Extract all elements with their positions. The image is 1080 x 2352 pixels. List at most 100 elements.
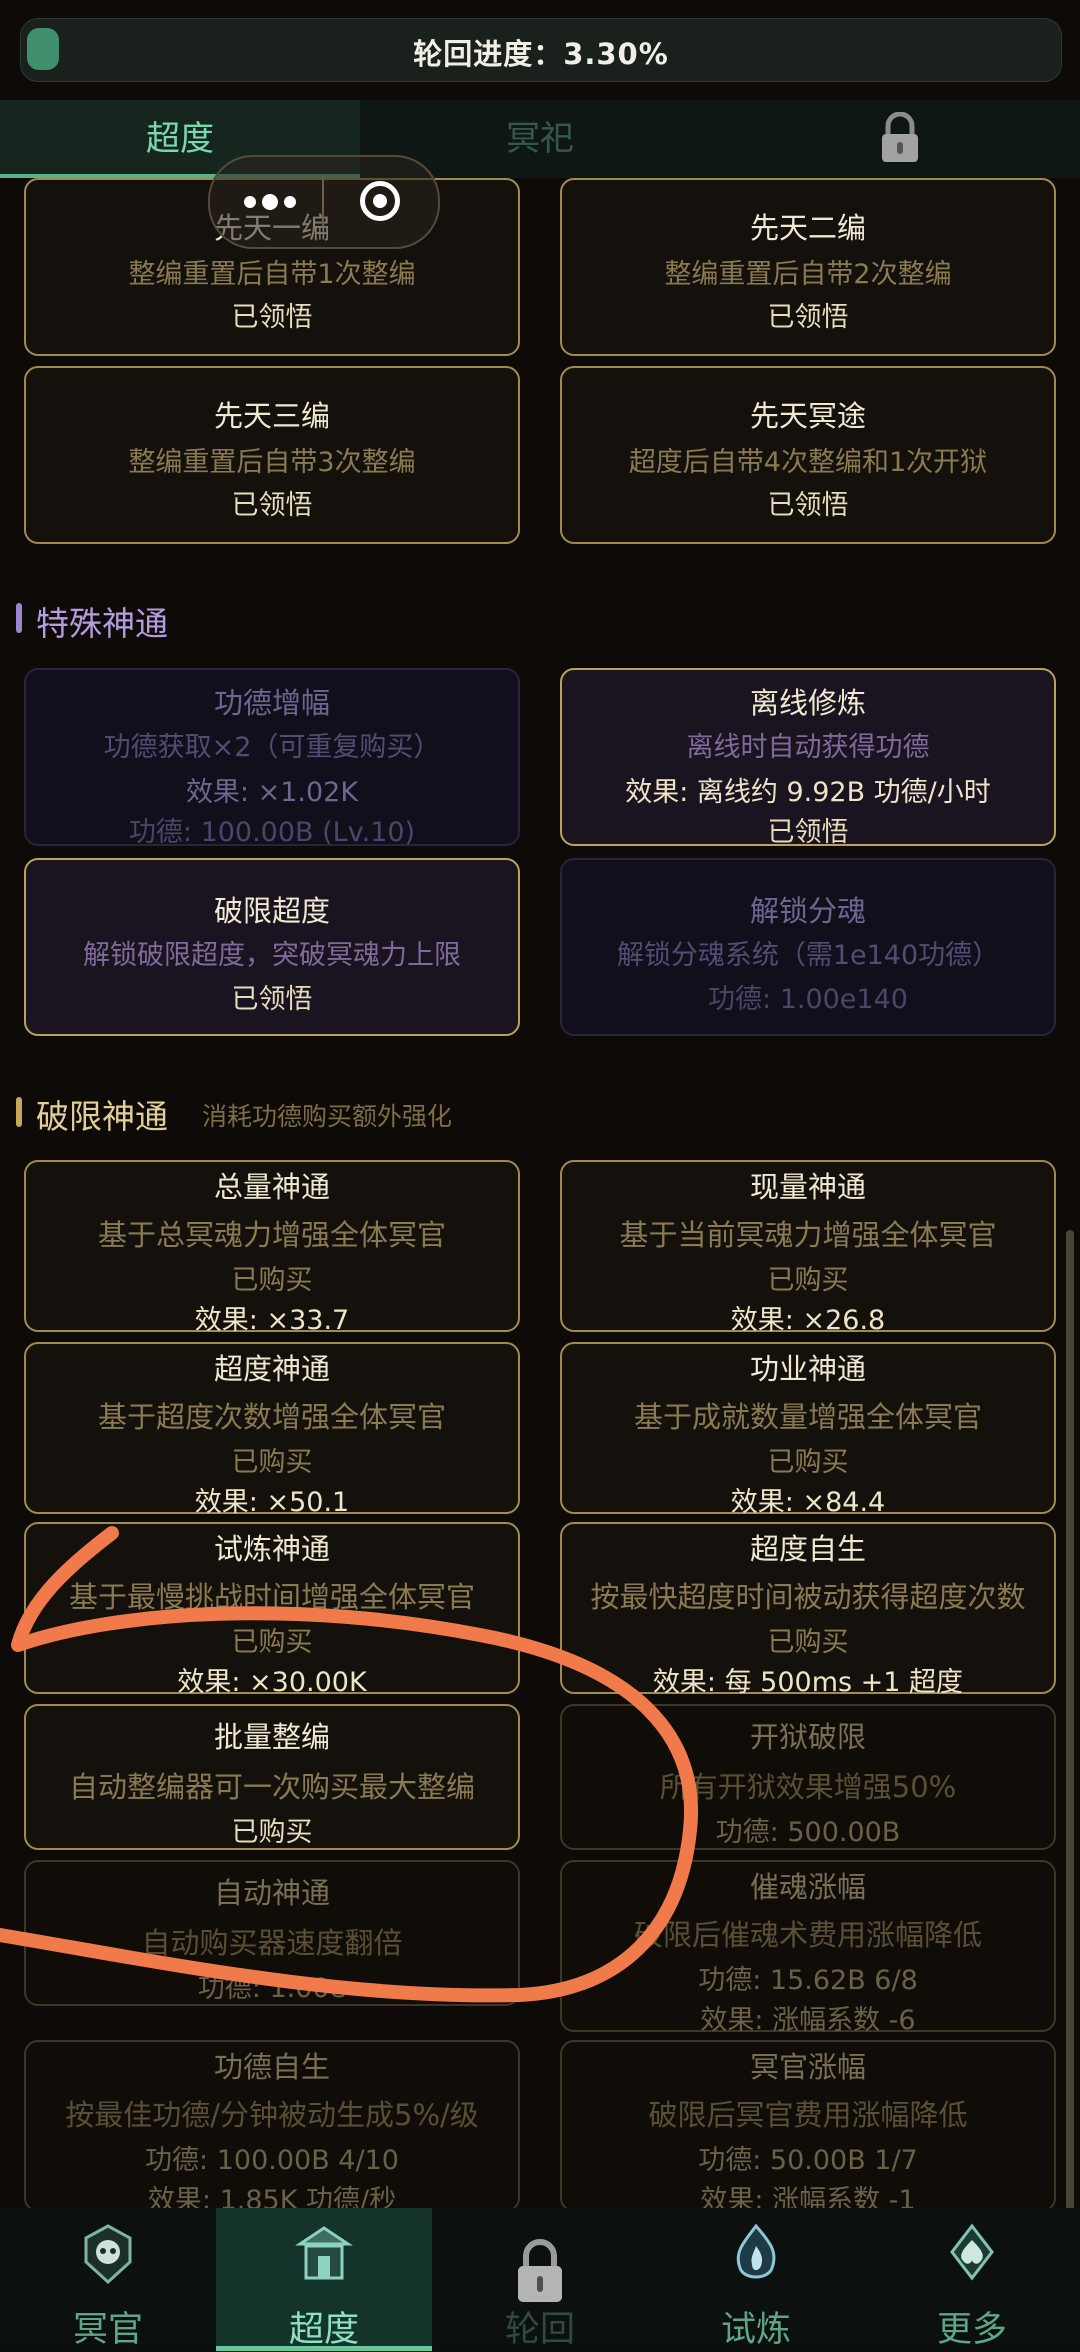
card-status: 已购买 [231,1627,313,1658]
miniprogram-capsule [208,155,440,249]
card-desc: 所有开狱效果增强50% [659,1770,957,1804]
card-cost: 功德: 100.00B (Lv.10) [128,817,416,848]
card-title: 离线修炼 [749,686,866,720]
card-desc: 破限后冥官费用涨幅降低 [648,2098,968,2132]
card-title: 破限超度 [213,894,330,928]
nav-label: 更多 [936,2310,1007,2350]
reincarnation-progress-bar: 轮回进度：3.30% [20,18,1062,82]
breakthrough-card[interactable]: 超度自生 按最快超度时间被动获得超度次数 已购买 效果: 每 500ms +1 … [560,1522,1056,1698]
breakthrough-card[interactable]: 冥官涨幅 破限后冥官费用涨幅降低 功德: 50.00B 1/7 效果: 涨幅系数… [560,2040,1056,2216]
card-desc: 破限后催魂术费用涨幅降低 [633,1918,982,1952]
bottom-nav: 冥官 超度 轮回 试炼 更多 [0,2208,1080,2351]
card-desc: 基于成就数量增强全体冥官 [633,1400,982,1434]
card-status: 已购买 [767,1447,849,1478]
upgrade-card[interactable]: 先天三编 整编重置后自带3次整编 已领悟 [24,366,520,544]
section-title-breakthrough: 破限神通 [36,1097,168,1136]
lock-icon [882,112,918,162]
card-title: 功德增幅 [213,686,330,720]
card-desc: 功德获取×2（可重复购买） [103,732,441,763]
breakthrough-card[interactable]: 超度神通 基于超度次数增强全体冥官 已购买 效果: ×50.1 [24,1342,520,1518]
card-cost: 功德: 50.00B 1/7 [698,2145,918,2176]
card-desc: 按最快超度时间被动获得超度次数 [590,1580,1026,1614]
card-cost: 功德: 500.00B [715,1817,901,1848]
breakthrough-card[interactable]: 总量神通 基于总冥魂力增强全体冥官 已购买 效果: ×33.7 [24,1160,520,1336]
section-marker [16,603,22,633]
nav-chaodu[interactable]: 超度 [216,2208,432,2351]
card-cost: 功德: 100.00B 4/10 [145,2145,399,2176]
nav-shilian[interactable]: 试炼 [648,2208,864,2351]
card-desc: 基于超度次数增强全体冥官 [97,1400,446,1434]
flame-crest-icon [736,2223,776,2279]
breakthrough-card[interactable]: 试炼神通 基于最慢挑战时间增强全体冥官 已购买 效果: ×30.00K [24,1522,520,1698]
card-desc: 整编重置后自带3次整编 [128,447,416,478]
card-title: 超度自生 [749,1532,866,1566]
card-effect: 效果: ×26.8 [730,1305,886,1336]
card-effect: 效果: ×50.1 [194,1487,350,1518]
nav-label: 试炼 [720,2310,791,2350]
card-title: 试炼神通 [213,1532,330,1566]
card-title: 开狱破限 [749,1720,866,1754]
special-card[interactable]: 解锁分魂 解锁分魂系统（需1e140功德） 功德: 1.00e140 [560,858,1056,1036]
breakthrough-card[interactable]: 功德自生 按最佳功德/分钟被动生成5%/级 功德: 100.00B 4/10 效… [24,2040,520,2216]
card-title: 批量整编 [213,1720,330,1754]
card-title: 冥官涨幅 [749,2050,866,2084]
breakthrough-card[interactable]: 批量整编 自动整编器可一次购买最大整编 已购买 [24,1704,520,1850]
skull-crest-icon [84,2224,132,2285]
card-effect: 效果: ×84.4 [730,1487,886,1518]
card-desc: 自动整编器可一次购买最大整编 [68,1770,475,1804]
breakthrough-card[interactable]: 催魂涨幅 破限后催魂术费用涨幅降低 功德: 15.62B 6/8 效果: 涨幅系… [560,1860,1056,2036]
card-desc: 解锁破限超度，突破冥魂力上限 [83,940,461,971]
card-desc: 解锁分魂系统（需1e140功德） [616,940,1000,971]
special-card[interactable]: 破限超度 解锁破限超度，突破冥魂力上限 已领悟 [24,858,520,1036]
nav-label: 超度 [288,2310,359,2350]
card-desc: 基于当前冥魂力增强全体冥官 [619,1218,997,1252]
card-title: 现量神通 [749,1170,866,1204]
card-desc: 自动购买器速度翻倍 [141,1926,403,1960]
upgrade-card[interactable]: 先天冥途 超度后自带4次整编和1次开狱 已领悟 [560,366,1056,544]
card-title: 先天冥途 [749,399,866,433]
card-title: 功德自生 [213,2050,330,2084]
nav-label: 冥官 [72,2310,143,2350]
card-effect: 效果: 涨幅系数 -6 [700,2005,916,2036]
card-status: 已购买 [767,1265,849,1296]
upgrade-card[interactable]: 先天二编 整编重置后自带2次整编 已领悟 [560,178,1056,356]
card-effect: 效果: 每 500ms +1 超度 [652,1667,964,1698]
more-dots-icon[interactable] [240,187,300,217]
lock-icon [518,2239,562,2302]
breakthrough-card[interactable]: 现量神通 基于当前冥魂力增强全体冥官 已购买 效果: ×26.8 [560,1160,1056,1336]
nav-more[interactable]: 更多 [864,2208,1080,2351]
tab-locked[interactable] [720,100,1080,178]
card-title: 先天三编 [213,399,330,433]
nav-label: 轮回 [504,2310,575,2350]
progress-text: 轮回进度：3.30% [413,37,669,71]
card-title: 功业神通 [749,1352,866,1386]
card-cost: 功德: 15.62B 6/8 [698,1965,918,1996]
close-target-icon[interactable] [360,181,400,221]
scrollbar[interactable] [1066,1230,1074,2220]
breakthrough-card[interactable]: 自动神通 自动购买器速度翻倍 功德: 1.00e [24,1860,520,2006]
card-title: 超度神通 [213,1352,330,1386]
card-status: 已领悟 [767,490,849,521]
card-effect: 效果: ×30.00K [177,1667,367,1698]
nav-mingguan[interactable]: 冥官 [0,2208,216,2351]
breakthrough-card[interactable]: 开狱破限 所有开狱效果增强50% 功德: 500.00B [560,1704,1056,1850]
card-cost: 功德: 1.00e140 [708,984,908,1015]
section-subtitle: 消耗功德购买额外强化 [202,1102,453,1131]
card-desc: 基于最慢挑战时间增强全体冥官 [68,1580,475,1614]
card-status: 已领悟 [231,984,313,1015]
breakthrough-card[interactable]: 功业神通 基于成就数量增强全体冥官 已购买 效果: ×84.4 [560,1342,1056,1518]
card-status: 已领悟 [231,490,313,521]
special-card[interactable]: 离线修炼 离线时自动获得功德 效果: 离线约 9.92B 功德/小时 已领悟 [560,668,1056,848]
special-card[interactable]: 功德增幅 功德获取×2（可重复购买） 效果: ×1.02K 功德: 100.00… [24,668,520,848]
card-status: 已购买 [231,1817,313,1848]
section-marker [16,1097,22,1127]
tab-bar: 超度 冥祀 [0,100,1080,178]
card-desc: 离线时自动获得功德 [686,732,930,763]
nav-lunhui[interactable]: 轮回 [432,2208,648,2351]
card-effect: 效果: 离线约 9.92B 功德/小时 [625,777,991,808]
card-title: 总量神通 [213,1170,330,1204]
card-desc: 整编重置后自带1次整编 [128,259,416,290]
card-desc: 基于总冥魂力增强全体冥官 [97,1218,446,1252]
card-title: 自动神通 [213,1876,330,1910]
card-effect: 效果: ×1.02K [185,777,359,808]
